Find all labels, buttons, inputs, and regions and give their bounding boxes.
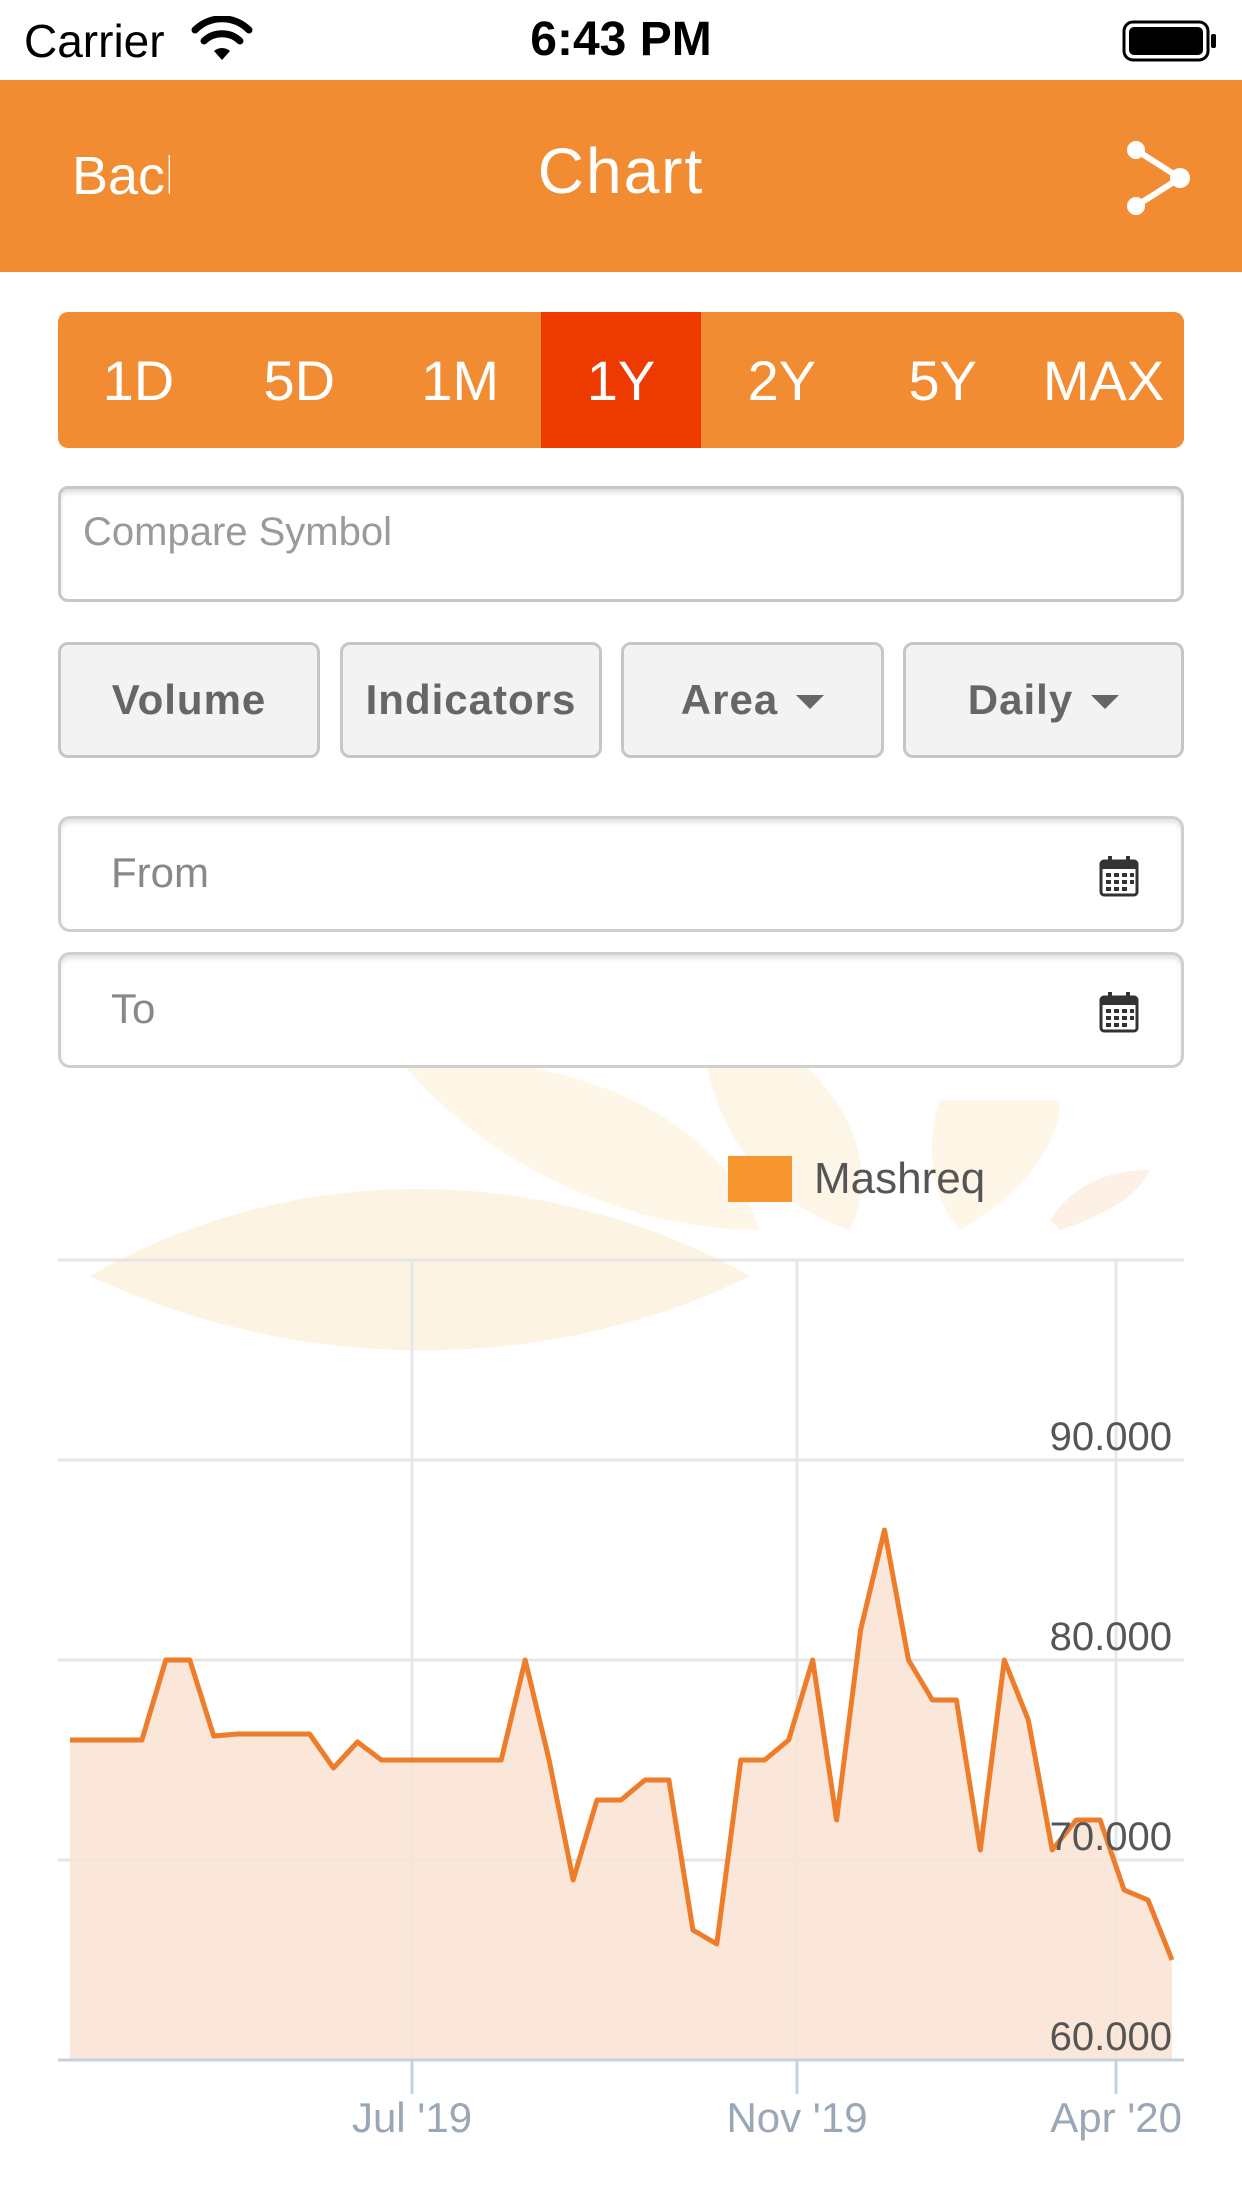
calendar-icon[interactable]: [1099, 991, 1139, 1033]
y-tick-label: 80.000: [1050, 1615, 1172, 1659]
x-tick-label: Jul '19: [352, 2094, 472, 2141]
from-label: From: [111, 849, 209, 896]
from-date-field[interactable]: From: [58, 816, 1184, 932]
indicators-button[interactable]: Indicators: [340, 642, 602, 758]
nav-bar: Back Chart: [0, 80, 1242, 272]
y-tick-label: 70.000: [1050, 1815, 1172, 1859]
range-selector: 1D 5D 1M 1Y 2Y 5Y MAX: [58, 312, 1184, 448]
series-area-mashreq: [70, 1530, 1172, 2060]
interval-label: Daily: [967, 676, 1074, 723]
battery-icon: [1122, 20, 1216, 62]
y-tick-label: 90.000: [1050, 1415, 1172, 1459]
x-tick-label: Apr '20: [1050, 2094, 1182, 2141]
caret-down-icon: [796, 695, 825, 709]
caret-down-icon: [1091, 695, 1120, 709]
price-chart[interactable]: Jul '19 Nov '19 Apr '20 60.000 70.000 80.000 9…: [0, 1100, 1242, 2208]
x-tick-label: Nov '19: [726, 2094, 867, 2141]
range-tab-5d[interactable]: 5D: [219, 312, 380, 448]
range-tab-2y[interactable]: 2Y: [701, 312, 862, 448]
chart-type-label: Area: [680, 676, 779, 723]
interval-dropdown[interactable]: Daily: [903, 642, 1184, 758]
page-title: Chart: [537, 135, 705, 207]
share-icon[interactable]: [1124, 140, 1194, 216]
to-date-field[interactable]: To: [58, 952, 1184, 1068]
range-tab-1y[interactable]: 1Y: [540, 312, 702, 448]
range-tab-5y[interactable]: 5Y: [862, 312, 1023, 448]
range-tab-max[interactable]: MAX: [1023, 312, 1184, 448]
to-label: To: [111, 985, 156, 1032]
indicators-label: Indicators: [365, 676, 577, 723]
chart-type-dropdown[interactable]: Area: [621, 642, 884, 758]
y-tick-label: 60.000: [1050, 2015, 1172, 2059]
range-tab-1m[interactable]: 1M: [380, 312, 541, 448]
compare-symbol-field: [58, 486, 1184, 602]
compare-symbol-input[interactable]: [61, 489, 1181, 599]
volume-button[interactable]: Volume: [58, 642, 320, 758]
range-tab-1d[interactable]: 1D: [58, 312, 219, 448]
calendar-icon[interactable]: [1099, 855, 1139, 897]
status-bar: Carrier 6:43 PM: [0, 0, 1242, 80]
volume-label: Volume: [111, 676, 267, 723]
status-time: 6:43 PM: [530, 13, 712, 66]
